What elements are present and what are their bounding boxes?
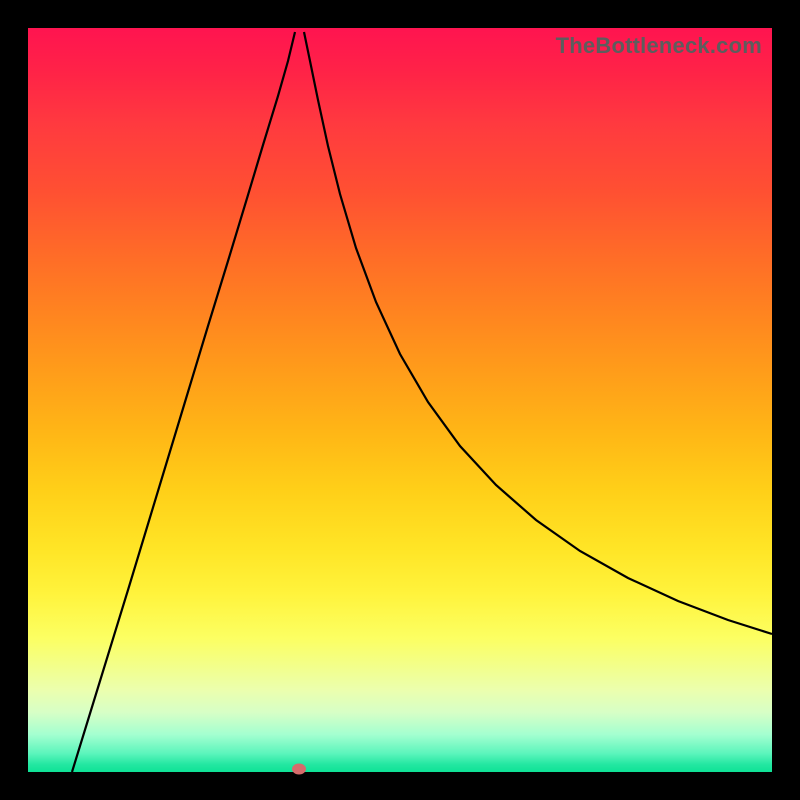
plot-area: TheBottleneck.com [28,28,772,772]
curve-svg [28,28,772,772]
chart-frame: TheBottleneck.com [0,0,800,800]
minimum-marker [292,764,306,775]
curve-path [72,32,772,772]
